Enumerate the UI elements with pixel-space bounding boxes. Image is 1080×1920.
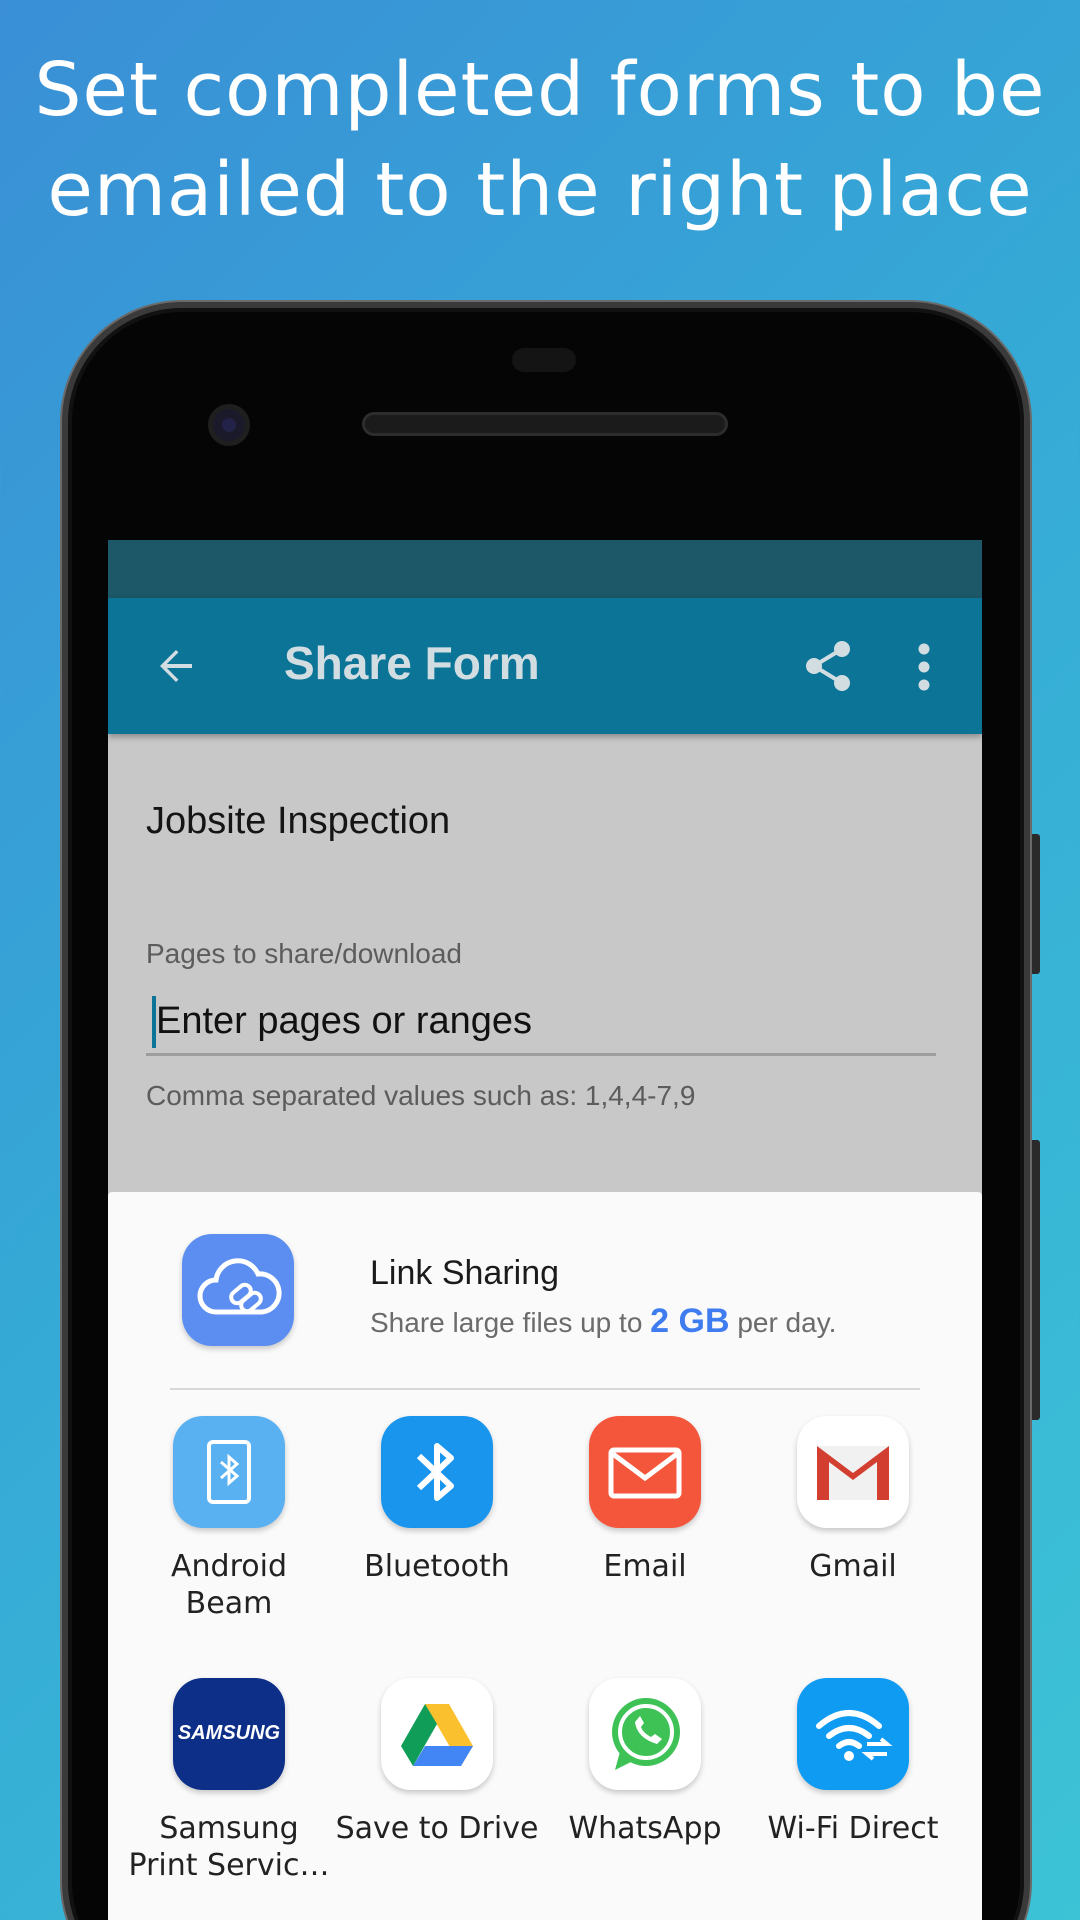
cloud-link-icon[interactable] [182, 1234, 294, 1346]
app-label: Wi-Fi Direct [767, 1811, 939, 1846]
share-sheet: Link Sharing Share large files up to 2 G… [108, 1192, 982, 1920]
bluetooth-icon [381, 1416, 493, 1528]
app-bar: Share Form [108, 598, 982, 734]
app-label: Samsung [159, 1811, 299, 1846]
pages-hint: Comma separated values such as: 1,4,4-7,… [146, 1080, 696, 1111]
samsung-logo-text: SAMSUNG [177, 1722, 281, 1744]
pages-input[interactable] [146, 990, 936, 1056]
share-target-email[interactable]: Email [540, 1416, 750, 1585]
form-name: Jobsite Inspection [146, 800, 451, 842]
app-label: Gmail [809, 1549, 897, 1584]
text-cursor [152, 996, 156, 1048]
app-label-line-2: Print Servic… [128, 1848, 330, 1883]
more-vert-icon[interactable] [914, 642, 934, 692]
share-target-gmail[interactable]: Gmail [748, 1416, 958, 1585]
phone-screen: Share Form Jobsite Inspection Pages to s… [108, 540, 982, 1920]
whatsapp-icon [589, 1678, 701, 1790]
link-sharing-title[interactable]: Link Sharing [370, 1254, 559, 1293]
app-label: WhatsApp [568, 1811, 722, 1846]
share-target-android-beam[interactable]: Android Beam [124, 1416, 334, 1622]
front-camera [208, 404, 250, 446]
wifi-direct-icon [797, 1678, 909, 1790]
share-target-wifi-direct[interactable]: Wi-Fi Direct [748, 1678, 958, 1847]
android-beam-icon [173, 1416, 285, 1528]
headline-line-1: Set completed forms to be [34, 47, 1046, 133]
share-target-whatsapp[interactable]: WhatsApp [540, 1678, 750, 1847]
app-label: Android [171, 1549, 287, 1584]
headline-line-2: emailed to the right place [47, 147, 1033, 233]
share-icon[interactable] [804, 640, 854, 692]
share-target-save-to-drive[interactable]: Save to Drive [332, 1678, 542, 1847]
link-sharing-subtitle-before: Share large files up to [370, 1307, 643, 1338]
link-sharing-subtitle-after: per day. [737, 1307, 837, 1338]
link-sharing-subtitle: Share large files up to 2 GB per day. [370, 1302, 836, 1341]
app-label: Save to Drive [335, 1811, 539, 1846]
gmail-icon [797, 1416, 909, 1528]
samsung-print-icon: SAMSUNG [173, 1678, 285, 1790]
phone-earpiece [362, 412, 728, 436]
app-label: Bluetooth [364, 1549, 510, 1584]
google-drive-icon [381, 1678, 493, 1790]
page-title: Share Form [284, 637, 540, 689]
phone-sensor [512, 348, 576, 372]
divider [170, 1388, 920, 1390]
email-icon [589, 1416, 701, 1528]
link-sharing-limit: 2 GB [650, 1302, 730, 1340]
share-target-bluetooth[interactable]: Bluetooth [332, 1416, 542, 1585]
app-label-line-2: Beam [185, 1586, 273, 1621]
headline: Set completed forms to be emailed to the… [0, 40, 1080, 240]
share-target-samsung-print[interactable]: SAMSUNG Samsung Print Servic… [124, 1678, 334, 1884]
pages-label: Pages to share/download [146, 938, 462, 969]
app-label: Email [603, 1549, 687, 1584]
arrow-back-icon[interactable] [152, 642, 200, 690]
status-bar [108, 540, 982, 598]
